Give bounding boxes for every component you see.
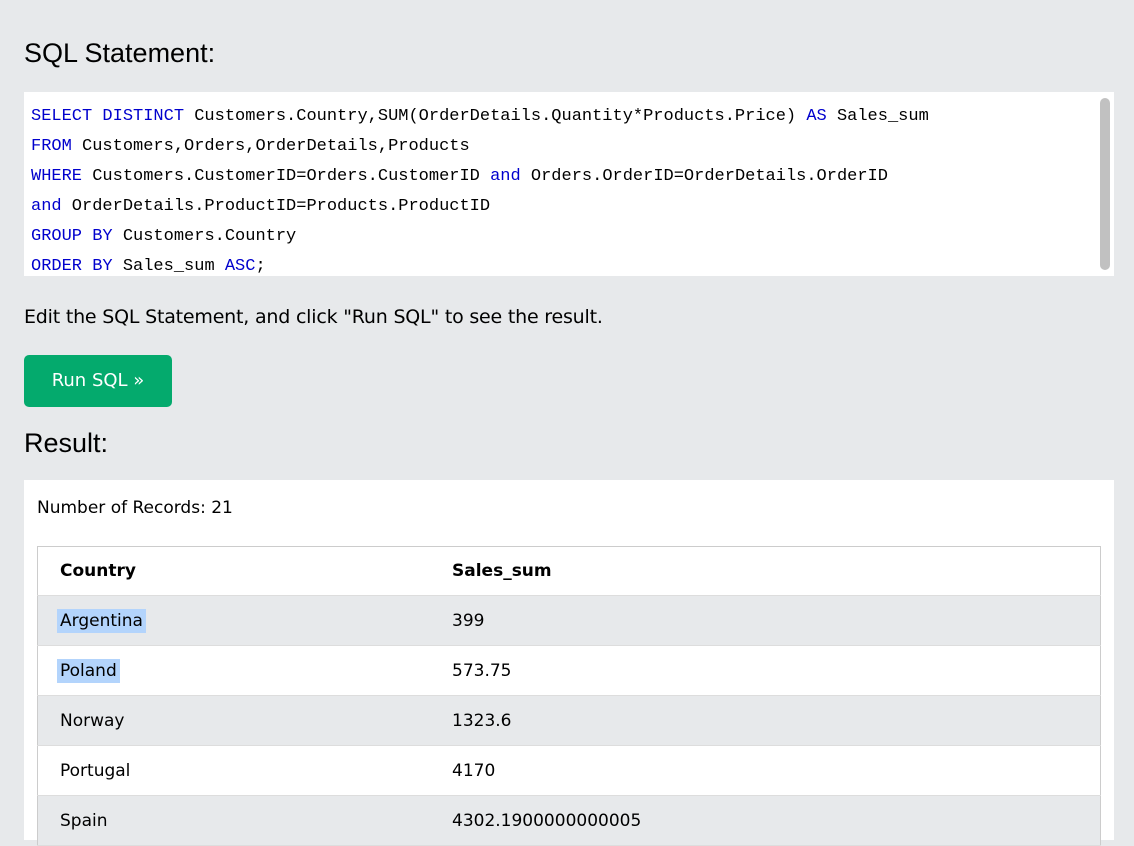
cell-country: Portugal — [37, 745, 430, 796]
table-row: Argentina 399 — [37, 595, 1101, 646]
sql-keyword: FROM — [31, 137, 72, 156]
sql-code-line[interactable]: WHERE Customers.CustomerID=Orders.Custom… — [31, 162, 929, 192]
table-row: Poland 573.75 — [37, 645, 1101, 696]
result-heading: Result: — [24, 428, 109, 458]
sql-text: ; — [255, 257, 266, 276]
cell-country: Poland — [37, 645, 430, 696]
sql-keyword: ORDER BY — [31, 257, 113, 276]
sql-text: Customers.Country,SUM(OrderDetails.Quant… — [184, 107, 807, 126]
country-text: Argentina — [57, 608, 146, 633]
sql-code-line[interactable]: SELECT DISTINCT Customers.Country,SUM(Or… — [31, 102, 929, 132]
country-text: Norway — [60, 710, 125, 731]
cell-sales-sum: 1323.6 — [430, 695, 1101, 746]
cell-country: Argentina — [37, 595, 430, 646]
sql-text: Customers,Orders,OrderDetails,Products — [71, 137, 470, 156]
sql-keyword: SELECT DISTINCT — [31, 107, 185, 126]
run-sql-button[interactable]: Run SQL » — [24, 355, 172, 407]
sql-keyword: ASC — [224, 257, 256, 276]
sql-keyword: AS — [806, 107, 827, 126]
cell-country: Spain — [37, 795, 430, 846]
sql-text: OrderDetails.ProductID=Products.ProductI… — [61, 197, 491, 216]
cell-sales-sum: 4302.1900000000005 — [430, 795, 1101, 846]
country-text: Portugal — [60, 760, 131, 781]
table-row: Norway 1323.6 — [37, 695, 1101, 746]
sql-keyword: GROUP BY — [31, 227, 113, 246]
instruction-text: Edit the SQL Statement, and click "Run S… — [24, 306, 603, 328]
result-panel: Number of Records: 21 Country Sales_sum … — [24, 480, 1114, 846]
cell-country: Norway — [37, 695, 430, 746]
sql-code[interactable]: SELECT DISTINCT Customers.Country,SUM(Or… — [31, 102, 929, 276]
sql-keyword: and — [31, 197, 62, 216]
sql-text: Orders.OrderID=OrderDetails.OrderID — [520, 167, 888, 186]
cell-sales-sum: 399 — [430, 595, 1101, 646]
sql-code-line[interactable]: and OrderDetails.ProductID=Products.Prod… — [31, 192, 929, 222]
column-header-country: Country — [37, 546, 430, 596]
sql-text: Sales_sum — [112, 257, 225, 276]
sql-tryit-page: SQL Statement: SELECT DISTINCT Customers… — [0, 0, 1134, 846]
sql-code-line[interactable]: ORDER BY Sales_sum ASC; — [31, 252, 929, 276]
sql-code-line[interactable]: GROUP BY Customers.Country — [31, 222, 929, 252]
column-header-sales-sum: Sales_sum — [430, 546, 1101, 596]
table-row: Portugal 4170 — [37, 745, 1101, 796]
sql-keyword: and — [490, 167, 521, 186]
sql-text: Customers.Country — [112, 227, 297, 246]
table-header-row: Country Sales_sum — [37, 546, 1101, 596]
editor-scrollbar[interactable] — [1100, 98, 1110, 270]
records-count: Number of Records: 21 — [37, 498, 233, 518]
cell-sales-sum: 573.75 — [430, 645, 1101, 696]
country-text: Spain — [60, 810, 108, 831]
country-text: Poland — [57, 658, 120, 683]
cell-sales-sum: 4170 — [430, 745, 1101, 796]
table-row: Spain 4302.1900000000005 — [37, 795, 1101, 846]
sql-text: Customers.CustomerID=Orders.CustomerID — [82, 167, 491, 186]
sql-statement-heading: SQL Statement: — [24, 38, 216, 68]
result-table: Country Sales_sum Argentina 399 Poland 573.… — [37, 546, 1101, 846]
sql-editor[interactable]: SELECT DISTINCT Customers.Country,SUM(Or… — [24, 92, 1114, 276]
sql-keyword: WHERE — [31, 167, 83, 186]
sql-code-line[interactable]: FROM Customers,Orders,OrderDetails,Produ… — [31, 132, 929, 162]
sql-text: Sales_sum — [826, 107, 929, 126]
